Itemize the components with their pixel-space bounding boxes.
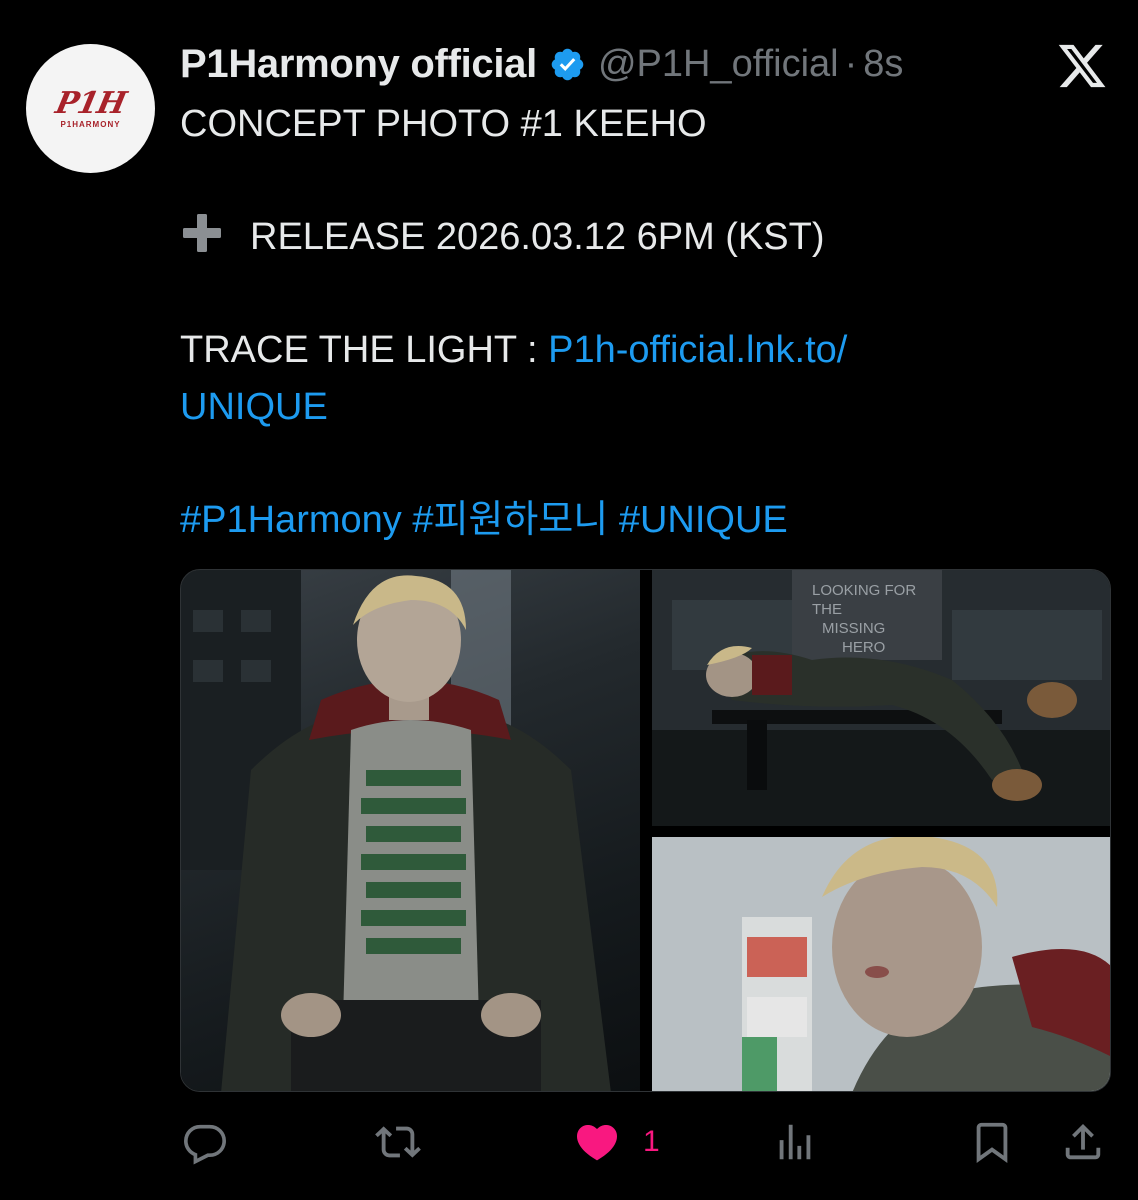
separator-dot: · (844, 42, 858, 85)
heavy-plus-icon (180, 211, 224, 255)
share-button[interactable] (1060, 1116, 1106, 1168)
like-count: 1 (643, 1125, 660, 1158)
action-bar: 1 (180, 1116, 1110, 1168)
reply-icon (182, 1119, 228, 1165)
svg-text:HERO: HERO (842, 639, 885, 656)
photo-closeup[interactable] (652, 837, 1110, 1091)
reply-button[interactable] (182, 1116, 228, 1168)
verified-badge-icon[interactable] (549, 46, 586, 83)
release-text: RELEASE 2026.03.12 6PM (KST) (250, 216, 825, 258)
photo-standing-portrait[interactable] (181, 570, 640, 1091)
link-url-continued[interactable]: UNIQUE (180, 386, 328, 428)
trace-label: TRACE THE LIGHT : (180, 329, 549, 371)
tweet-line-trace: TRACE THE LIGHT : P1h-official.lnk.to/ (180, 322, 1080, 379)
handle[interactable]: @P1H_official (598, 43, 839, 86)
media-grid: LOOKING FOR THE MISSING HERO (180, 569, 1111, 1092)
avatar-logo: P1H (52, 85, 129, 121)
svg-text:THE: THE (812, 601, 842, 618)
views-button[interactable] (772, 1116, 818, 1168)
hashtag-unique[interactable]: #UNIQUE (619, 499, 788, 541)
hashtag-p1harmony[interactable]: #P1Harmony (180, 499, 402, 541)
link-url[interactable]: P1h-official.lnk.to/ (548, 329, 847, 371)
photo-bench[interactable]: LOOKING FOR THE MISSING HERO (652, 570, 1110, 826)
billboard-text: LOOKING FOR (812, 582, 916, 599)
display-name[interactable]: P1Harmony official (180, 42, 537, 87)
views-icon (772, 1119, 818, 1165)
tweet-line-hashtags: #P1Harmony #피원하모니 #UNIQUE (180, 492, 1080, 549)
tweet-line-release: RELEASE 2026.03.12 6PM (KST) (180, 209, 1080, 266)
tweet[interactable]: P1H P1HARMONY P1Harmony official @P1H_of… (0, 0, 1138, 1200)
bookmark-button[interactable] (969, 1116, 1015, 1168)
tweet-line-title: CONCEPT PHOTO #1 KEEHO (180, 103, 707, 145)
share-icon (1060, 1119, 1106, 1165)
timestamp[interactable]: 8s (863, 43, 903, 86)
repost-icon (375, 1119, 421, 1165)
hashtag-korean[interactable]: #피원하모니 (412, 499, 608, 541)
tweet-text: CONCEPT PHOTO #1 KEEHO RELEASE 2026.03.1… (180, 96, 1080, 548)
tweet-header: P1Harmony official @P1H_official · 8s (180, 38, 903, 90)
heart-filled-icon (573, 1118, 621, 1166)
tweet-line-link-cont: UNIQUE (180, 379, 1080, 436)
bookmark-icon (969, 1119, 1015, 1165)
x-logo-icon[interactable] (1056, 40, 1108, 92)
svg-text:MISSING: MISSING (822, 620, 885, 637)
avatar[interactable]: P1H P1HARMONY (26, 44, 155, 173)
like-button[interactable]: 1 (573, 1116, 660, 1168)
repost-button[interactable] (375, 1116, 421, 1168)
